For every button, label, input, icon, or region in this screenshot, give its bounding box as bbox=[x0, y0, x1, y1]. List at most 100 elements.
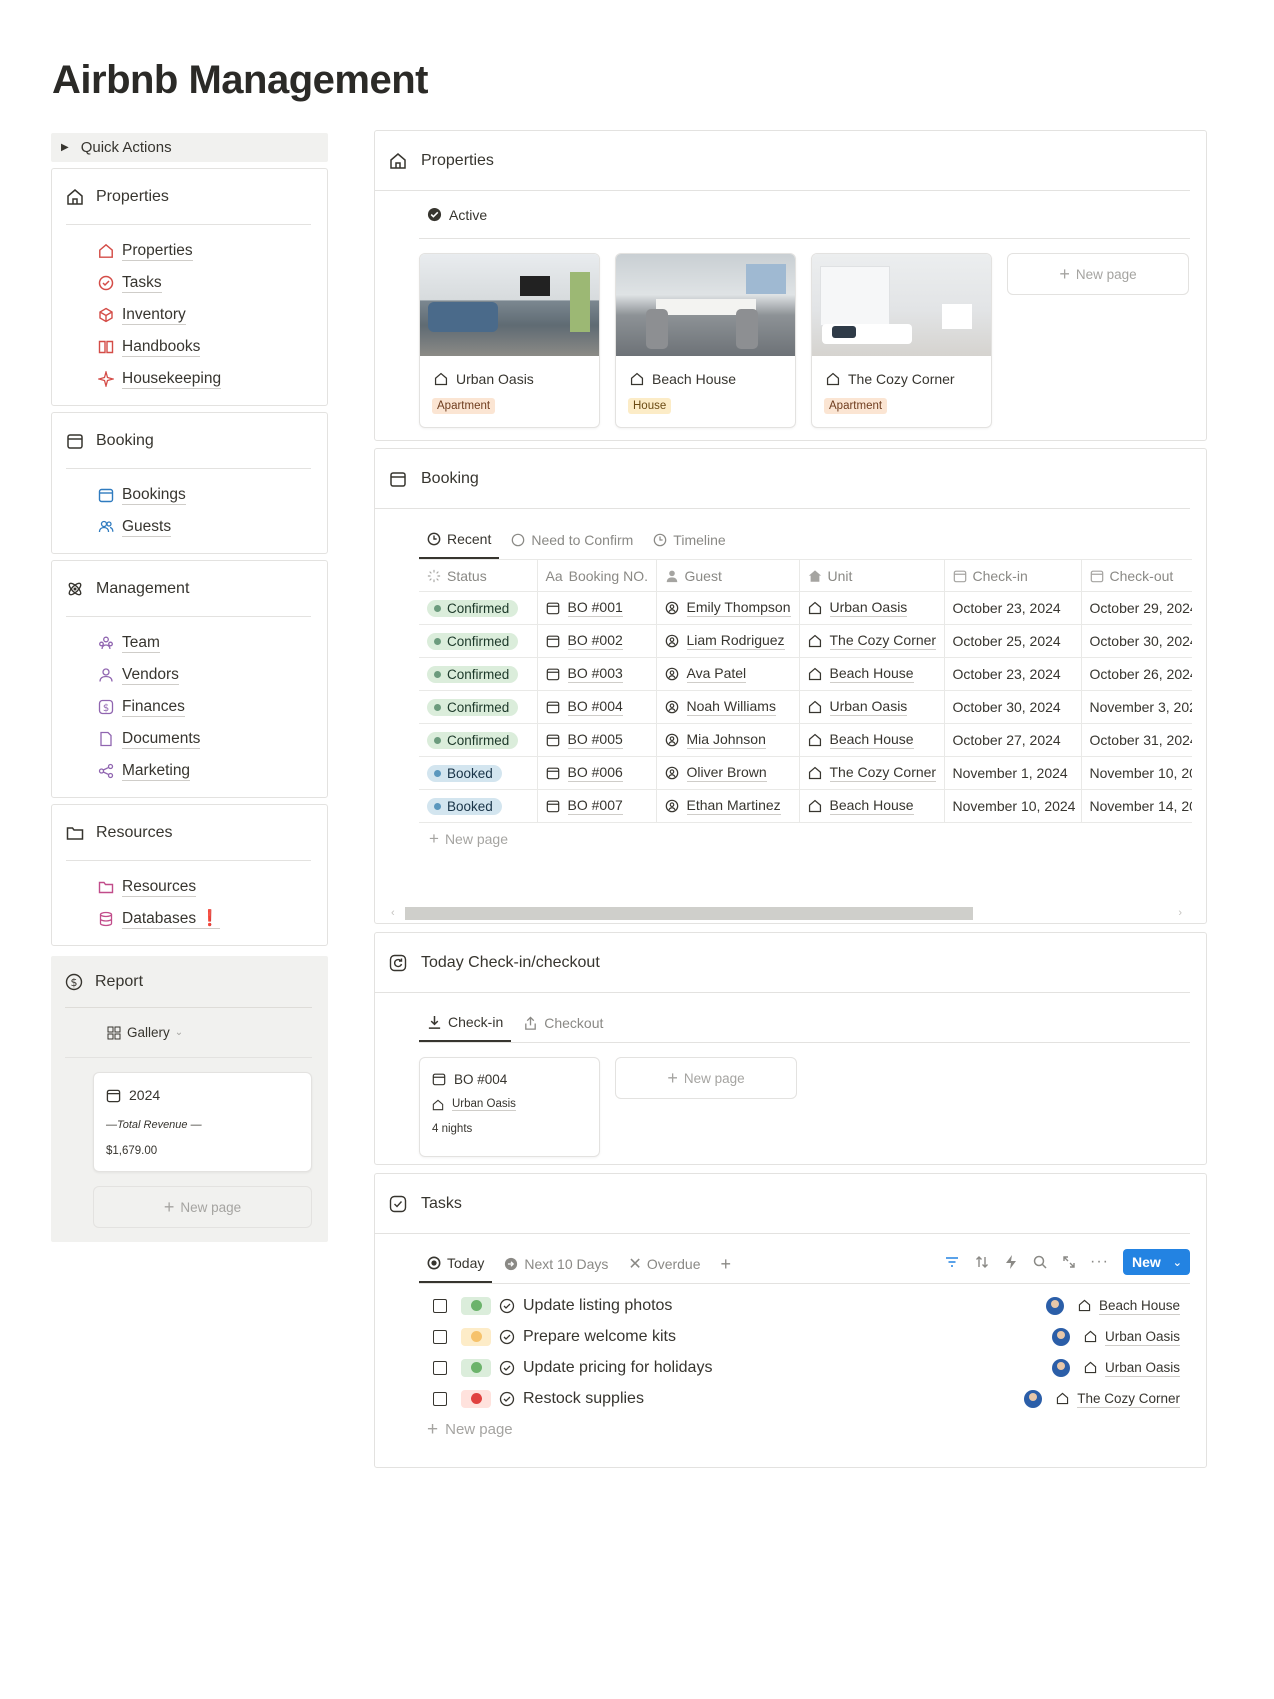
tab-recent[interactable]: Recent bbox=[419, 521, 500, 559]
check-out-cell[interactable]: October 29, 2024 bbox=[1081, 591, 1192, 625]
avatar[interactable] bbox=[1051, 1358, 1070, 1377]
filter-icon[interactable] bbox=[944, 1254, 960, 1270]
sidebar-item-team[interactable]: Team bbox=[98, 627, 311, 659]
new-page-button[interactable]: + New page bbox=[1007, 253, 1189, 295]
table-row[interactable]: Confirmed BO #001 Emily Thompson Urban Oasi… bbox=[419, 591, 1192, 625]
tab-checkout[interactable]: Checkout bbox=[515, 1004, 611, 1042]
check-out-cell[interactable]: November 3, 2024 bbox=[1081, 690, 1192, 724]
sidebar-item-vendors[interactable]: Vendors bbox=[98, 659, 311, 691]
task-title[interactable]: Update pricing for holidays bbox=[523, 1359, 712, 1377]
table-row[interactable]: Booked BO #007 Ethan Martinez Beach House No… bbox=[419, 789, 1192, 823]
search-icon[interactable] bbox=[1032, 1254, 1048, 1270]
status-cell[interactable]: Confirmed bbox=[419, 624, 538, 658]
horizontal-scrollbar[interactable]: ‹ › bbox=[391, 855, 1190, 929]
guest-cell[interactable]: Ava Patel bbox=[656, 657, 800, 691]
sidebar-item-databases[interactable]: Databases ❗ bbox=[98, 903, 311, 935]
tab-overdue[interactable]: ✕ Overdue bbox=[620, 1245, 708, 1283]
task-checkbox[interactable] bbox=[433, 1298, 447, 1313]
avatar[interactable] bbox=[1051, 1327, 1070, 1346]
check-in-cell[interactable]: October 25, 2024 bbox=[944, 624, 1082, 658]
unit-cell[interactable]: Beach House bbox=[799, 657, 945, 691]
sidebar-item-marketing[interactable]: Marketing bbox=[98, 755, 311, 787]
task-title[interactable]: Update listing photos bbox=[523, 1297, 672, 1315]
task-unit-link[interactable]: Urban Oasis bbox=[1104, 1328, 1180, 1346]
task-checkbox[interactable] bbox=[433, 1329, 447, 1344]
booking-no-cell[interactable]: BO #002 bbox=[537, 624, 657, 658]
new-page-button[interactable]: + New page bbox=[93, 1186, 312, 1228]
gallery-view-selector[interactable]: Gallery ⌄ bbox=[65, 1008, 312, 1058]
guest-cell[interactable]: Mia Johnson bbox=[656, 723, 800, 757]
sidebar-item-bookings[interactable]: Bookings bbox=[98, 479, 311, 511]
status-cell[interactable]: Confirmed bbox=[419, 657, 538, 691]
tab-check-in[interactable]: Check-in bbox=[419, 1004, 512, 1042]
unit-cell[interactable]: Beach House bbox=[799, 789, 945, 823]
check-out-cell[interactable]: October 26, 2024 bbox=[1081, 657, 1192, 691]
new-task-button[interactable]: New ⌄ bbox=[1122, 1249, 1190, 1275]
report-card[interactable]: 2024 —Total Revenue — $1,679.00 bbox=[93, 1072, 312, 1172]
new-page-row[interactable]: + New page bbox=[419, 823, 1190, 855]
tab-need-to-confirm[interactable]: Need to Confirm bbox=[503, 521, 641, 559]
booking-no-cell[interactable]: BO #006 bbox=[537, 756, 657, 790]
booking-no-cell[interactable]: BO #005 bbox=[537, 723, 657, 757]
tab-next-10-days[interactable]: Next 10 Days bbox=[496, 1245, 616, 1283]
sidebar-item-tasks[interactable]: Tasks bbox=[98, 267, 311, 299]
guest-cell[interactable]: Oliver Brown bbox=[656, 756, 800, 790]
table-row[interactable]: Booked BO #006 Oliver Brown The Cozy Corner… bbox=[419, 756, 1192, 790]
property-card[interactable]: Urban Oasis Apartment bbox=[419, 253, 600, 428]
check-in-cell[interactable]: November 1, 2024 bbox=[944, 756, 1082, 790]
sidebar-item-guests[interactable]: Guests bbox=[98, 511, 311, 543]
unit-cell[interactable]: Beach House bbox=[799, 723, 945, 757]
sort-icon[interactable] bbox=[974, 1254, 990, 1270]
table-row[interactable]: Confirmed BO #003 Ava Patel Beach House Octo… bbox=[419, 657, 1192, 691]
property-card[interactable]: The Cozy Corner Apartment bbox=[811, 253, 992, 428]
check-in-cell[interactable]: October 27, 2024 bbox=[944, 723, 1082, 757]
status-cell[interactable]: Confirmed bbox=[419, 723, 538, 757]
task-checkbox[interactable] bbox=[433, 1360, 447, 1375]
column-header-status[interactable]: Status bbox=[419, 559, 538, 592]
column-header-guest[interactable]: Guest bbox=[656, 559, 800, 592]
status-cell[interactable]: Confirmed bbox=[419, 690, 538, 724]
unit-cell[interactable]: The Cozy Corner bbox=[799, 756, 945, 790]
task-checkbox[interactable] bbox=[433, 1391, 447, 1406]
table-row[interactable]: Confirmed BO #002 Liam Rodriguez The Cozy C… bbox=[419, 624, 1192, 658]
unit-cell[interactable]: The Cozy Corner bbox=[799, 624, 945, 658]
avatar[interactable] bbox=[1024, 1389, 1043, 1408]
task-unit-link[interactable]: The Cozy Corner bbox=[1077, 1390, 1180, 1408]
sidebar-item-inventory[interactable]: Inventory bbox=[98, 299, 311, 331]
column-header-check-out[interactable]: Check-out bbox=[1081, 559, 1192, 592]
booking-no-cell[interactable]: BO #001 bbox=[537, 591, 657, 625]
task-unit-link[interactable]: Beach House bbox=[1098, 1297, 1180, 1315]
task-row[interactable]: Prepare welcome kits Urban Oasis bbox=[419, 1321, 1190, 1352]
task-row[interactable]: Update pricing for holidays Urban Oasis bbox=[419, 1352, 1190, 1383]
guest-cell[interactable]: Ethan Martinez bbox=[656, 789, 800, 823]
new-page-row[interactable]: + New page bbox=[419, 1414, 1190, 1445]
task-title[interactable]: Prepare welcome kits bbox=[523, 1328, 676, 1346]
sidebar-item-handbooks[interactable]: Handbooks bbox=[98, 331, 311, 363]
task-row[interactable]: Update listing photos Beach House bbox=[419, 1290, 1190, 1321]
tab-timeline[interactable]: Timeline bbox=[645, 521, 733, 559]
quick-actions-toggle[interactable]: ▶ Quick Actions bbox=[51, 133, 328, 162]
check-in-cell[interactable]: November 10, 2024 bbox=[944, 789, 1082, 823]
check-in-cell[interactable]: October 23, 2024 bbox=[944, 591, 1082, 625]
column-header-unit[interactable]: Unit bbox=[799, 559, 945, 592]
chevron-down-icon[interactable]: ⌄ bbox=[1173, 1256, 1182, 1269]
checkin-card[interactable]: BO #004 Urban Oasis 4 nights bbox=[419, 1057, 600, 1157]
lightning-icon[interactable] bbox=[1004, 1254, 1018, 1270]
unit-cell[interactable]: Urban Oasis bbox=[799, 591, 945, 625]
sidebar-item-housekeeping[interactable]: Housekeeping bbox=[98, 363, 311, 395]
status-cell[interactable]: Confirmed bbox=[419, 591, 538, 625]
check-out-cell[interactable]: November 10, 2024 bbox=[1081, 756, 1192, 790]
guest-cell[interactable]: Noah Williams bbox=[656, 690, 800, 724]
check-out-cell[interactable]: October 31, 2024 bbox=[1081, 723, 1192, 757]
tab-today[interactable]: Today bbox=[419, 1245, 493, 1283]
task-unit-link[interactable]: Urban Oasis bbox=[1104, 1359, 1180, 1377]
table-row[interactable]: Confirmed BO #004 Noah Williams Urban Oasis… bbox=[419, 690, 1192, 724]
status-cell[interactable]: Booked bbox=[419, 789, 538, 823]
task-row[interactable]: Restock supplies The Cozy Corner bbox=[419, 1383, 1190, 1414]
guest-cell[interactable]: Liam Rodriguez bbox=[656, 624, 800, 658]
more-icon[interactable]: ··· bbox=[1090, 1253, 1109, 1271]
sidebar-item-documents[interactable]: Documents bbox=[98, 723, 311, 755]
sidebar-item-finances[interactable]: $ Finances bbox=[98, 691, 311, 723]
check-in-cell[interactable]: October 30, 2024 bbox=[944, 690, 1082, 724]
task-title[interactable]: Restock supplies bbox=[523, 1390, 644, 1408]
